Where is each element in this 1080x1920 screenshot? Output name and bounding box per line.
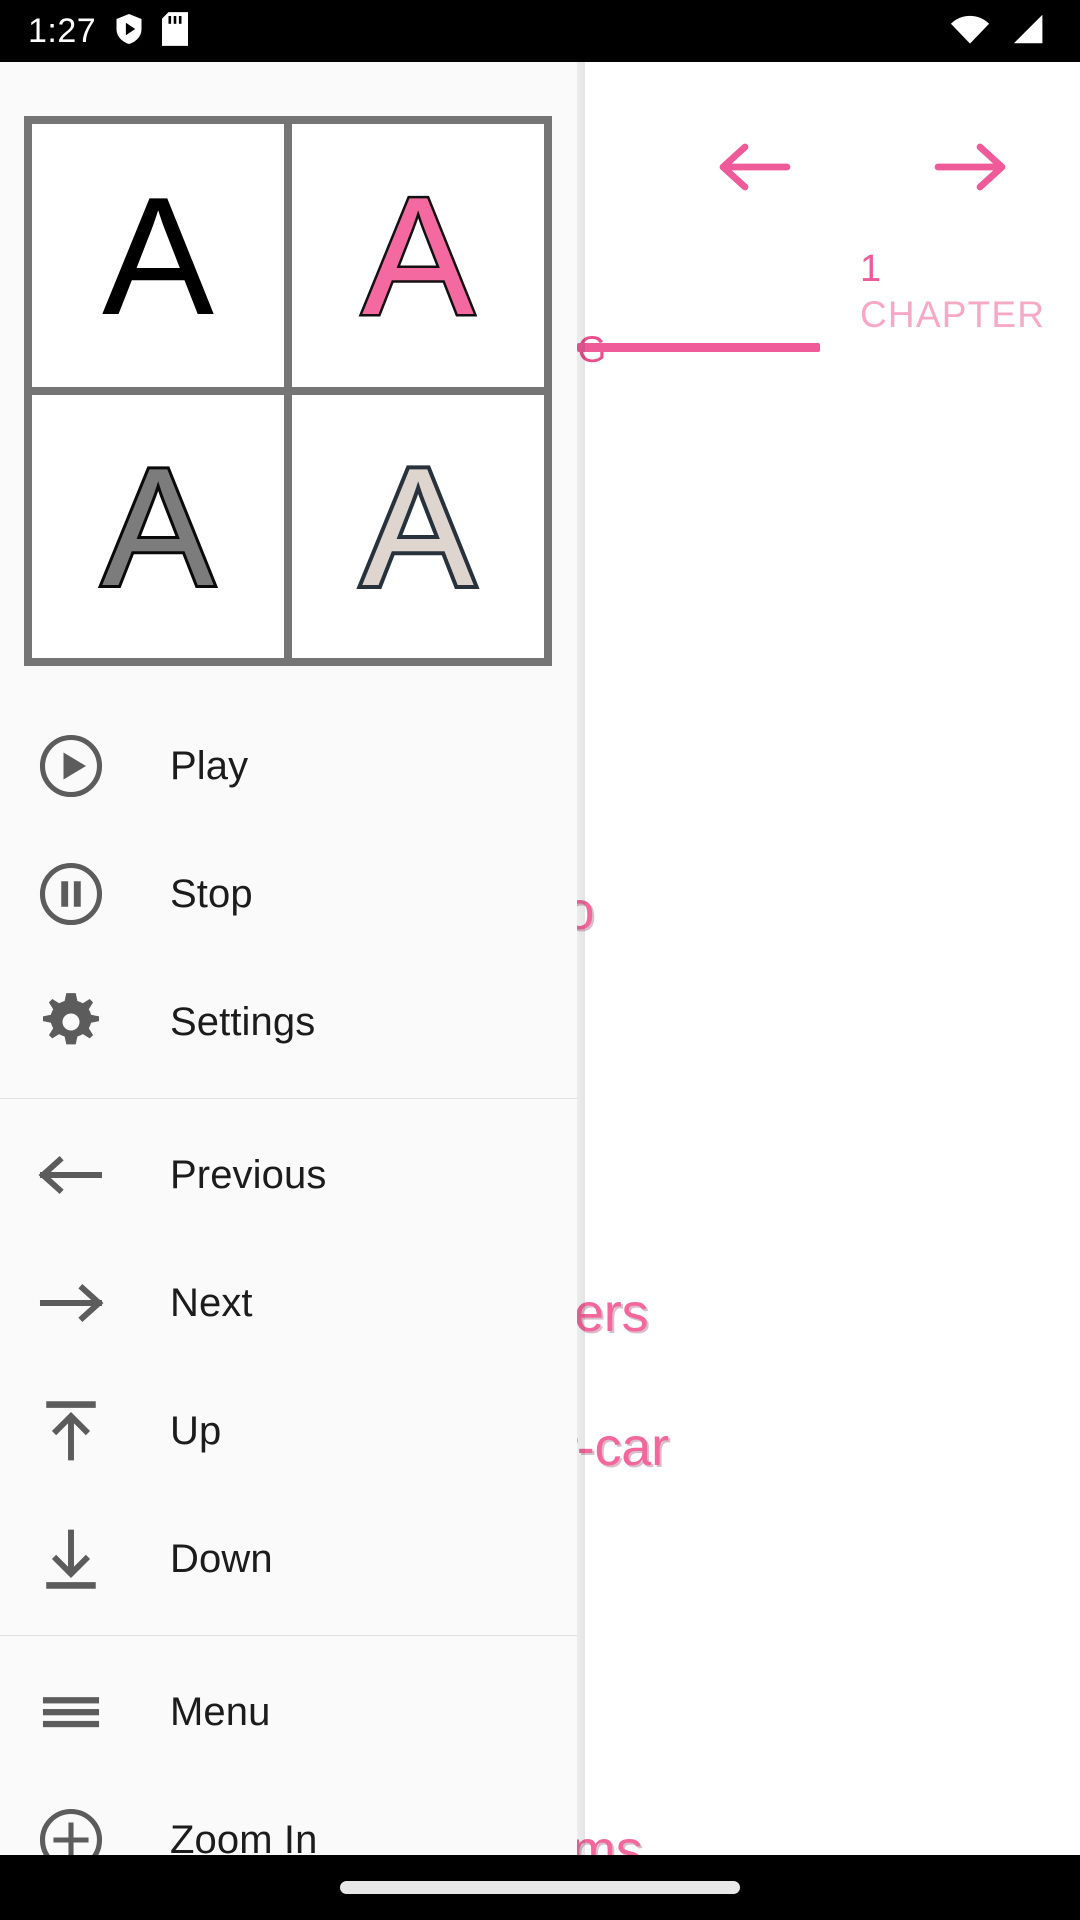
style-glyph-a: A — [101, 161, 215, 350]
tab-active-underline — [577, 343, 820, 352]
arrow-down-to-line-icon — [28, 1516, 114, 1602]
menu-item-up[interactable]: Up — [0, 1367, 577, 1495]
play-circle-icon — [28, 723, 114, 809]
menu-item-stop[interactable]: Stop — [0, 830, 577, 958]
menu-divider — [0, 1635, 577, 1636]
drawer-menu-list: Play Stop Settings Previous Next Up Down… — [0, 702, 577, 1855]
style-glyph-a: A — [359, 161, 476, 350]
menu-item-label: Previous — [170, 1152, 327, 1197]
style-cell-black[interactable]: A — [32, 124, 284, 387]
home-indicator[interactable] — [340, 1881, 740, 1894]
menu-item-label: Stop — [170, 871, 253, 916]
android-navigation-bar — [0, 1855, 1080, 1920]
status-bar: 1:27 — [0, 0, 1080, 62]
cellular-signal-icon — [1006, 13, 1044, 50]
menu-item-label: Play — [170, 743, 249, 788]
tab-next-chapter[interactable]: 1 CHAPTER — [860, 247, 1080, 367]
tab-next-title: CHAPTER — [860, 293, 1046, 335]
gear-icon — [28, 979, 114, 1065]
previous-chapter-arrow[interactable] — [710, 122, 800, 212]
style-cell-gray[interactable]: A — [32, 395, 284, 658]
menu-divider — [0, 1098, 577, 1099]
menu-item-down[interactable]: Down — [0, 1495, 577, 1623]
menu-item-label: Zoom In — [170, 1817, 318, 1856]
arrow-left-icon — [28, 1132, 114, 1218]
menu-item-label: Up — [170, 1408, 222, 1453]
style-cell-cream[interactable]: A — [292, 395, 544, 658]
style-glyph-a: A — [99, 432, 217, 621]
menu-item-settings[interactable]: Settings — [0, 958, 577, 1086]
font-style-picker: A A A A — [24, 116, 552, 666]
status-bar-left: 1:27 — [0, 11, 189, 51]
style-glyph-a: A — [358, 432, 478, 621]
menu-item-label: Menu — [170, 1689, 271, 1734]
menu-item-next[interactable]: Next — [0, 1239, 577, 1367]
pause-circle-icon — [28, 851, 114, 937]
play-protect-icon — [114, 12, 144, 51]
next-chapter-arrow[interactable] — [925, 122, 1015, 212]
menu-item-menu[interactable]: Menu — [0, 1648, 577, 1776]
wifi-icon — [950, 13, 990, 50]
hamburger-menu-icon — [28, 1669, 114, 1755]
menu-item-play[interactable]: Play — [0, 702, 577, 830]
status-bar-right — [950, 13, 1080, 50]
sd-card-icon — [162, 11, 189, 51]
plus-circle-icon — [28, 1797, 114, 1855]
phone-screen: 1:27 1 CHAPTER A A A A Play Stop Setting… — [0, 0, 1080, 1920]
menu-item-label: Next — [170, 1280, 253, 1325]
menu-item-label: Settings — [170, 999, 316, 1044]
arrow-up-to-line-icon — [28, 1388, 114, 1474]
menu-item-previous[interactable]: Previous — [0, 1111, 577, 1239]
navigation-drawer: A A A A Play Stop Settings Previous Next… — [0, 62, 577, 1855]
menu-item-zoom-in[interactable]: Zoom In — [0, 1776, 577, 1855]
menu-item-label: Down — [170, 1536, 273, 1581]
tab-chapter-number: 1 — [860, 248, 882, 290]
style-cell-pink[interactable]: A — [292, 124, 544, 387]
arrow-right-icon — [28, 1260, 114, 1346]
status-clock: 1:27 — [28, 12, 97, 50]
